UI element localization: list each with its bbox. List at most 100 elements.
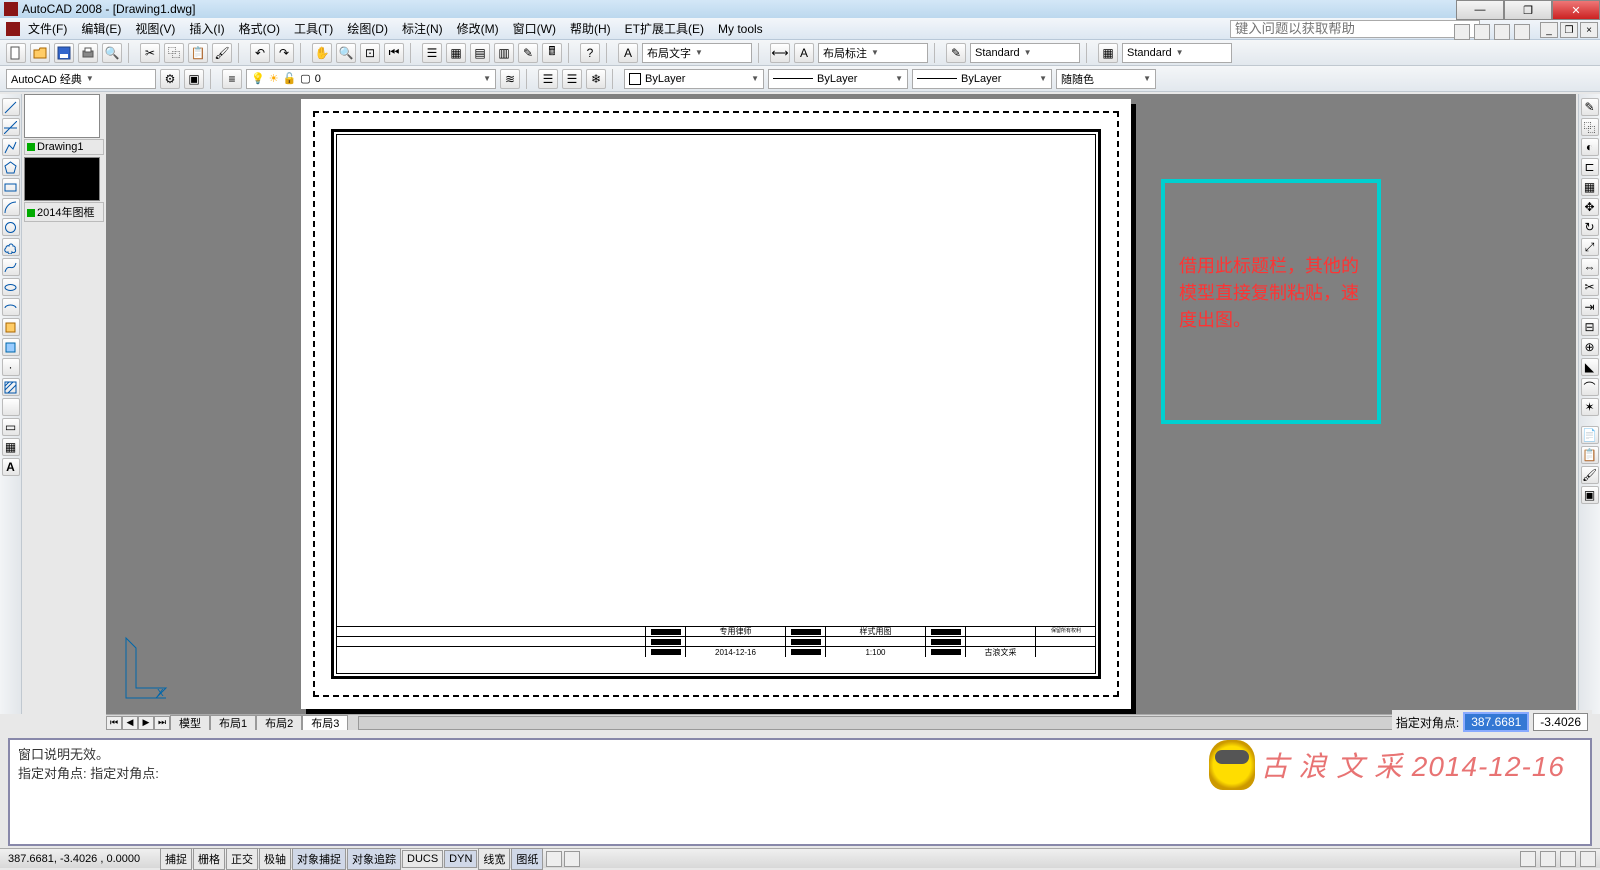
paste-icon[interactable]: 📋 — [188, 43, 208, 63]
extend-icon[interactable]: ⇥ — [1581, 298, 1599, 316]
doc-restore-button[interactable]: ❐ — [1560, 22, 1578, 38]
break-icon[interactable]: ⊟ — [1581, 318, 1599, 336]
tab-last-icon[interactable]: ⏭ — [154, 716, 170, 730]
join-icon[interactable]: ⊕ — [1581, 338, 1599, 356]
layer-prev-icon[interactable]: ≋ — [500, 69, 520, 89]
maximize-button[interactable]: ❐ — [1504, 0, 1552, 20]
drawing-thumb-2[interactable] — [24, 157, 100, 201]
textstyle2-icon[interactable]: ✎ — [946, 43, 966, 63]
plotstyle-dropdown[interactable]: 随随色▼ — [1056, 69, 1156, 89]
rectangle-icon[interactable] — [2, 178, 20, 196]
status-lock-icon[interactable] — [546, 851, 562, 867]
matchprop-icon[interactable]: 🖌 — [1581, 466, 1599, 484]
dim-icon[interactable]: ⟷ — [770, 43, 790, 63]
help-search-input[interactable] — [1230, 20, 1480, 38]
workspace-settings-icon[interactable]: ⚙ — [160, 69, 180, 89]
text-style-name-dropdown[interactable]: 布局文字▼ — [642, 43, 752, 63]
tablestyle-icon[interactable]: ▦ — [1098, 43, 1118, 63]
gradient-icon[interactable] — [2, 398, 20, 416]
block-insert-icon[interactable] — [2, 318, 20, 336]
dyn-x-input[interactable]: 387.6681 — [1463, 712, 1529, 732]
menu-mytools[interactable]: My tools — [712, 20, 769, 38]
minimize-button[interactable]: — — [1456, 0, 1504, 20]
ellipse-icon[interactable] — [2, 278, 20, 296]
stretch-icon[interactable]: ⇔ — [1581, 258, 1599, 276]
print-icon[interactable] — [78, 43, 98, 63]
properties-icon[interactable]: ☰ — [422, 43, 442, 63]
tab-layout1[interactable]: 布局1 — [210, 715, 256, 730]
toggle-lwt[interactable]: 线宽 — [478, 848, 510, 870]
layer-manager-icon[interactable]: ≡ — [222, 69, 242, 89]
toggle-osnap[interactable]: 对象捕捉 — [292, 848, 346, 870]
toggle-dyn[interactable]: DYN — [444, 850, 477, 868]
new-icon[interactable] — [6, 43, 26, 63]
linetype-dropdown[interactable]: ByLayer▼ — [768, 69, 908, 89]
spline-icon[interactable] — [2, 258, 20, 276]
menu-help[interactable]: 帮助(H) — [564, 18, 617, 39]
layer-states-icon[interactable]: ☰ — [538, 69, 558, 89]
dimstyle-icon[interactable]: A — [794, 43, 814, 63]
line-icon[interactable] — [2, 98, 20, 116]
toolpalettes-icon[interactable]: ▤ — [470, 43, 490, 63]
tab-model[interactable]: 模型 — [170, 715, 210, 730]
copy-icon[interactable]: ⿻ — [164, 43, 184, 63]
help-icon[interactable] — [1514, 24, 1530, 40]
sheetset-icon[interactable]: ▥ — [494, 43, 514, 63]
copy2-icon[interactable]: ⿻ — [1581, 118, 1599, 136]
pasteclip-icon[interactable]: 📋 — [1581, 446, 1599, 464]
menu-dimension[interactable]: 标注(N) — [396, 18, 449, 39]
offset-icon[interactable]: ⊏ — [1581, 158, 1599, 176]
undo-icon[interactable]: ↶ — [250, 43, 270, 63]
dyn-y-input[interactable]: -3.4026 — [1533, 713, 1588, 731]
menu-et[interactable]: ET扩展工具(E) — [619, 18, 710, 39]
pan-icon[interactable]: ✋ — [312, 43, 332, 63]
zoom-prev-icon[interactable]: ⏮ — [384, 43, 404, 63]
match-icon[interactable]: 🖌 — [212, 43, 232, 63]
menu-insert[interactable]: 插入(I) — [183, 18, 230, 39]
hatch-icon[interactable] — [2, 378, 20, 396]
rotate-icon[interactable]: ↻ — [1581, 218, 1599, 236]
toggle-otrack[interactable]: 对象追踪 — [347, 848, 401, 870]
scale-icon[interactable]: ⤢ — [1581, 238, 1599, 256]
drawing-label-2[interactable]: 2014年图框 — [24, 202, 104, 222]
annovis-icon[interactable] — [1540, 851, 1556, 867]
drawing-thumb-1[interactable] — [24, 94, 100, 138]
redo-icon[interactable]: ↷ — [274, 43, 294, 63]
doc-minimize-button[interactable]: _ — [1540, 22, 1558, 38]
erase-icon[interactable]: ✎ — [1581, 98, 1599, 116]
toggle-grid[interactable]: 栅格 — [193, 848, 225, 870]
doc-close-button[interactable]: × — [1580, 22, 1598, 38]
arc-icon[interactable] — [2, 198, 20, 216]
star-icon[interactable] — [1494, 24, 1510, 40]
search-icon[interactable] — [1454, 24, 1470, 40]
cleanscreen-icon[interactable] — [1580, 851, 1596, 867]
menu-edit[interactable]: 编辑(E) — [75, 18, 127, 39]
table-icon[interactable]: ▦ — [2, 438, 20, 456]
plot-preview-icon[interactable]: 🔍 — [102, 43, 122, 63]
drawing-label-1[interactable]: Drawing1 — [24, 139, 104, 155]
workspace-dropdown[interactable]: AutoCAD 经典▼ — [6, 69, 156, 89]
toggle-ortho[interactable]: 正交 — [226, 848, 258, 870]
textstyle-icon[interactable]: A — [618, 43, 638, 63]
tab-layout2[interactable]: 布局2 — [256, 715, 302, 730]
menu-modify[interactable]: 修改(M) — [451, 18, 505, 39]
layer-freeze-icon[interactable]: ❄ — [586, 69, 606, 89]
menu-draw[interactable]: 绘图(D) — [341, 18, 394, 39]
tab-prev-icon[interactable]: ◀ — [122, 716, 138, 730]
workspace-save-icon[interactable]: ▣ — [184, 69, 204, 89]
point-icon[interactable]: · — [2, 358, 20, 376]
circle-icon[interactable] — [2, 218, 20, 236]
paper-space[interactable]: 专用律师 样式用图 保留所有权利 2014-12-16 — [106, 94, 1576, 718]
menu-view[interactable]: 视图(V) — [129, 18, 181, 39]
trim-icon[interactable]: ✂ — [1581, 278, 1599, 296]
menu-window[interactable]: 窗口(W) — [507, 18, 562, 39]
close-button[interactable]: ✕ — [1552, 0, 1600, 20]
array-icon[interactable]: ▦ — [1581, 178, 1599, 196]
move-icon[interactable]: ✥ — [1581, 198, 1599, 216]
infocenter-icon[interactable] — [1474, 24, 1490, 40]
region-icon[interactable]: ▭ — [2, 418, 20, 436]
text-style-dropdown[interactable]: Standard▼ — [970, 43, 1080, 63]
menu-format[interactable]: 格式(O) — [233, 18, 286, 39]
zoom-realtime-icon[interactable]: 🔍 — [336, 43, 356, 63]
help2-icon[interactable]: ? — [580, 43, 600, 63]
